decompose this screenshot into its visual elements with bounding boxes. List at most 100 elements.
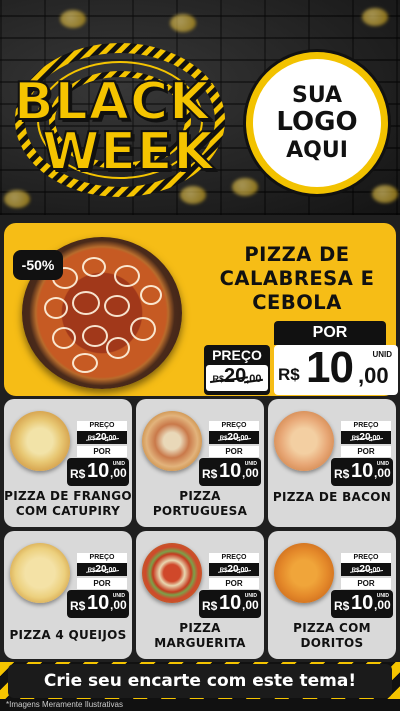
product-card[interactable]: PREÇO R$20,00 POR UNID R$ 10 ,00 PIZZA C… — [268, 531, 396, 659]
product-name-line: CEBOLA — [252, 290, 342, 314]
product-name-line: PIZZA COM — [293, 621, 371, 635]
featured-offer-card[interactable]: -50% PIZZA DE CALABRESA E CEBOLA POR PRE… — [4, 223, 398, 396]
new-price-int: 10 — [351, 460, 374, 482]
preco-label: PREÇO — [77, 553, 127, 563]
disclaimer-text: *Imagens Meramente Ilustrativas — [0, 699, 400, 711]
create-flyer-button[interactable]: Crie seu encarte com este tema! — [8, 664, 392, 698]
por-label: POR — [209, 578, 259, 589]
old-price-int: 20 — [359, 564, 371, 575]
new-price-dec: ,00 — [242, 466, 259, 480]
product-name-line: COM CATUPIRY — [15, 504, 121, 518]
old-price: R$20,00 — [77, 563, 127, 576]
old-price-int: 20 — [227, 432, 239, 443]
old-price-dec: ,00 — [370, 567, 381, 574]
pizza-marguerita-image — [142, 543, 202, 603]
week-title: WEEK — [41, 121, 215, 183]
new-price-int: 10 — [219, 592, 242, 614]
pizza-doritos-image — [274, 543, 334, 603]
product-name-line: MARGUERITA — [154, 636, 246, 650]
pizza-bacon-image — [274, 411, 334, 471]
new-price-dec: ,00 — [110, 466, 127, 480]
old-price: R$20,00 — [77, 431, 127, 444]
old-price: R$20,00 — [341, 563, 391, 576]
product-card[interactable]: PREÇO R$20,00 POR UNID R$ 10 ,00 PIZZA P… — [136, 399, 264, 527]
por-label: POR — [77, 446, 127, 457]
logo-placeholder: SUA LOGO AQUI — [246, 52, 388, 194]
product-name-line: PORTUGUESA — [152, 504, 248, 518]
new-price-dec: ,00 — [242, 598, 259, 612]
new-price: UNID R$ 10 ,00 — [67, 458, 129, 486]
product-name-line: PIZZA DE FRANGO — [4, 489, 132, 503]
preco-label: PREÇO — [212, 347, 262, 363]
featured-product-name: PIZZA DE CALABRESA E CEBOLA — [202, 243, 392, 314]
old-price-int: 20 — [359, 432, 371, 443]
product-name: PIZZA COM DORITOS — [268, 621, 396, 651]
new-price-int: 10 — [306, 343, 354, 392]
coin-decoration — [232, 178, 258, 196]
old-price-dec: ,00 — [106, 567, 117, 574]
new-currency: R$ — [202, 467, 218, 481]
product-name-line: PIZZA — [179, 621, 221, 635]
header-banner: BLACK WEEK SUA LOGO AQUI — [0, 0, 400, 215]
old-price: R$20,00 — [209, 563, 259, 576]
old-price-dec: ,00 — [246, 373, 262, 385]
old-price-dec: ,00 — [238, 435, 249, 442]
preco-label: PREÇO — [77, 421, 127, 431]
new-currency: R$ — [334, 599, 350, 613]
preco-label: PREÇO — [209, 553, 259, 563]
footer-hazard-strip: Crie seu encarte com este tema! *Imagens… — [0, 662, 400, 711]
pizza-4-queijos-image — [10, 543, 70, 603]
new-currency: R$ — [70, 467, 86, 481]
por-label: POR — [341, 446, 391, 457]
featured-section: -50% PIZZA DE CALABRESA E CEBOLA POR PRE… — [0, 215, 400, 397]
product-name: PIZZA 4 QUEIJOS — [4, 628, 132, 643]
por-label: POR — [77, 578, 127, 589]
old-price-dec: ,00 — [106, 435, 117, 442]
product-name-line: PIZZA — [179, 489, 221, 503]
new-price-int: 10 — [219, 460, 242, 482]
por-label: POR — [274, 321, 386, 345]
product-card[interactable]: PREÇO R$20,00 POR UNID R$ 10 ,00 PIZZA D… — [268, 399, 396, 527]
logo-text: SUA — [291, 82, 343, 108]
product-name: PIZZA PORTUGUESA — [136, 489, 264, 519]
new-price: UNID R$ 10 ,00 — [331, 590, 393, 618]
old-price-int: 20 — [227, 564, 239, 575]
product-name-line: PIZZA DE — [244, 243, 350, 266]
preco-label: PREÇO — [341, 421, 391, 431]
old-price-dec: ,00 — [370, 435, 381, 442]
logo-text: LOGO — [276, 107, 358, 138]
preco-label: PREÇO — [341, 553, 391, 563]
new-price-dec: ,00 — [358, 363, 389, 388]
product-card[interactable]: PREÇO R$20,00 POR UNID R$ 10 ,00 PIZZA 4… — [4, 531, 132, 659]
new-currency: R$ — [278, 365, 300, 384]
unit-label: UNID — [372, 350, 392, 359]
product-card[interactable]: PREÇO R$20,00 POR UNID R$ 10 ,00 PIZZA D… — [4, 399, 132, 527]
pizza-frango-image — [10, 411, 70, 471]
old-price: R$20,00 — [209, 431, 259, 444]
new-currency: R$ — [70, 599, 86, 613]
old-price-int: 20 — [95, 564, 107, 575]
coin-decoration — [60, 10, 86, 28]
product-card[interactable]: PREÇO R$20,00 POR UNID R$ 10 ,00 PIZZA M… — [136, 531, 264, 659]
por-label: POR — [341, 578, 391, 589]
product-name-line: DORITOS — [300, 636, 364, 650]
new-price-dec: ,00 — [374, 598, 391, 612]
product-name-line: PIZZA 4 QUEIJOS — [9, 628, 127, 642]
old-price: R$ 20 ,00 — [206, 365, 268, 391]
new-price: UNID R$ 10 ,00 — [67, 590, 129, 618]
discount-badge: -50% — [13, 250, 63, 280]
coin-decoration — [372, 185, 398, 203]
old-price: R$20,00 — [341, 431, 391, 444]
product-name: PIZZA DE BACON — [268, 490, 396, 505]
new-price: UNID R$ 10 ,00 — [199, 458, 261, 486]
pizza-portuguesa-image — [142, 411, 202, 471]
logo-text: AQUI — [286, 137, 348, 163]
new-currency: R$ — [334, 467, 350, 481]
new-currency: R$ — [202, 599, 218, 613]
product-name-line: CALABRESA E — [219, 266, 375, 290]
new-price-int: 10 — [87, 592, 110, 614]
preco-label: PREÇO — [209, 421, 259, 431]
old-price-int: 20 — [95, 432, 107, 443]
old-price-int: 20 — [223, 365, 247, 387]
product-name: PIZZA DE FRANGO COM CATUPIRY — [4, 489, 132, 519]
